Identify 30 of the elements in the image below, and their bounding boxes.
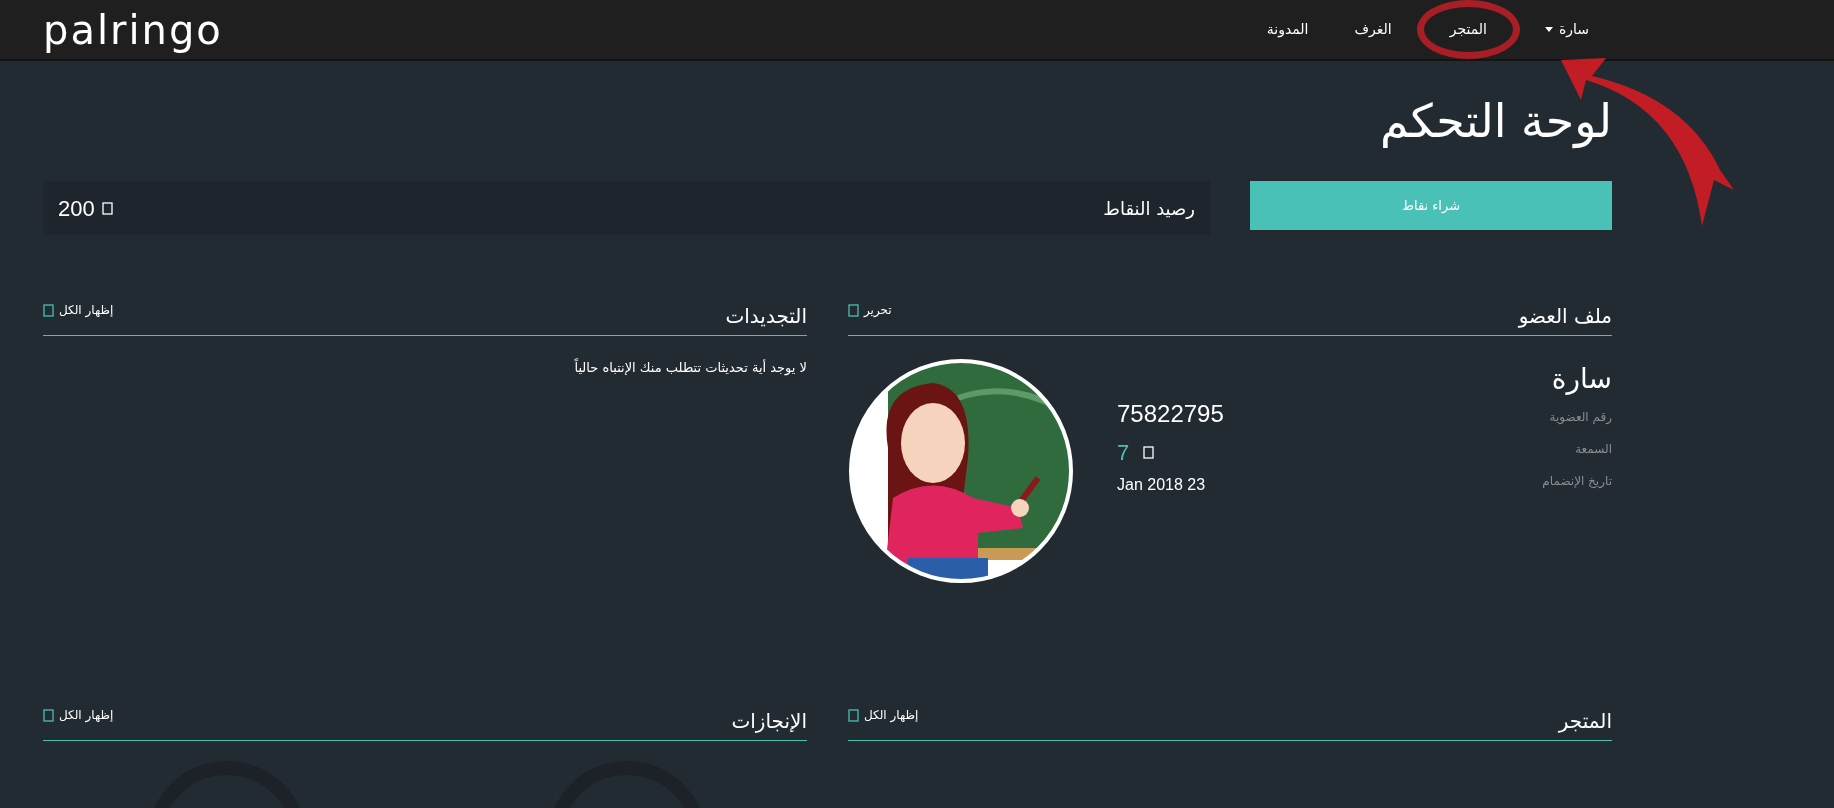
section-title: التجديدات <box>725 303 807 330</box>
square-icon <box>848 708 859 722</box>
page-title: لوحة التحكم <box>1379 93 1612 151</box>
nav-link[interactable]: الغرف <box>1349 19 1397 40</box>
square-icon <box>43 303 54 317</box>
reputation-value: 7 <box>1117 439 1130 467</box>
square-icon <box>848 303 859 317</box>
section-action-link[interactable]: إظهار الكل <box>43 706 114 724</box>
square-icon <box>101 201 113 215</box>
square-icon <box>43 708 54 722</box>
section-title: الإنجازات <box>731 708 807 735</box>
user-menu[interactable]: سارة <box>1539 19 1594 40</box>
field-label: السمعة <box>1574 441 1612 458</box>
section-action-link[interactable]: إظهار الكل <box>848 706 919 724</box>
section-action-link[interactable]: تحرير <box>848 301 892 319</box>
nav-link[interactable]: المتجر <box>1416 0 1520 59</box>
join-date: Jan 2018 23 <box>1117 475 1207 495</box>
field-label: تاريخ الإنضمام <box>1541 473 1612 490</box>
nav-link[interactable]: المدونة <box>1261 19 1314 40</box>
section-title: المتجر <box>1558 708 1612 735</box>
caret-icon <box>1544 27 1553 32</box>
updates-message: لا يوجد أية تحديثات تتطلب منك الإنتباه حالياً <box>573 358 807 378</box>
section-action-link[interactable]: إظهار الكل <box>43 301 114 319</box>
points-label: رصيد النقاط <box>1103 196 1195 221</box>
field-label: رقم العضوية <box>1548 409 1612 426</box>
points-value: 200 <box>58 194 95 223</box>
member-id: 75822795 <box>1117 399 1225 429</box>
member-name: سارة <box>1550 361 1612 397</box>
section-title: ملف العضو <box>1518 303 1612 330</box>
square-icon <box>1143 446 1155 459</box>
